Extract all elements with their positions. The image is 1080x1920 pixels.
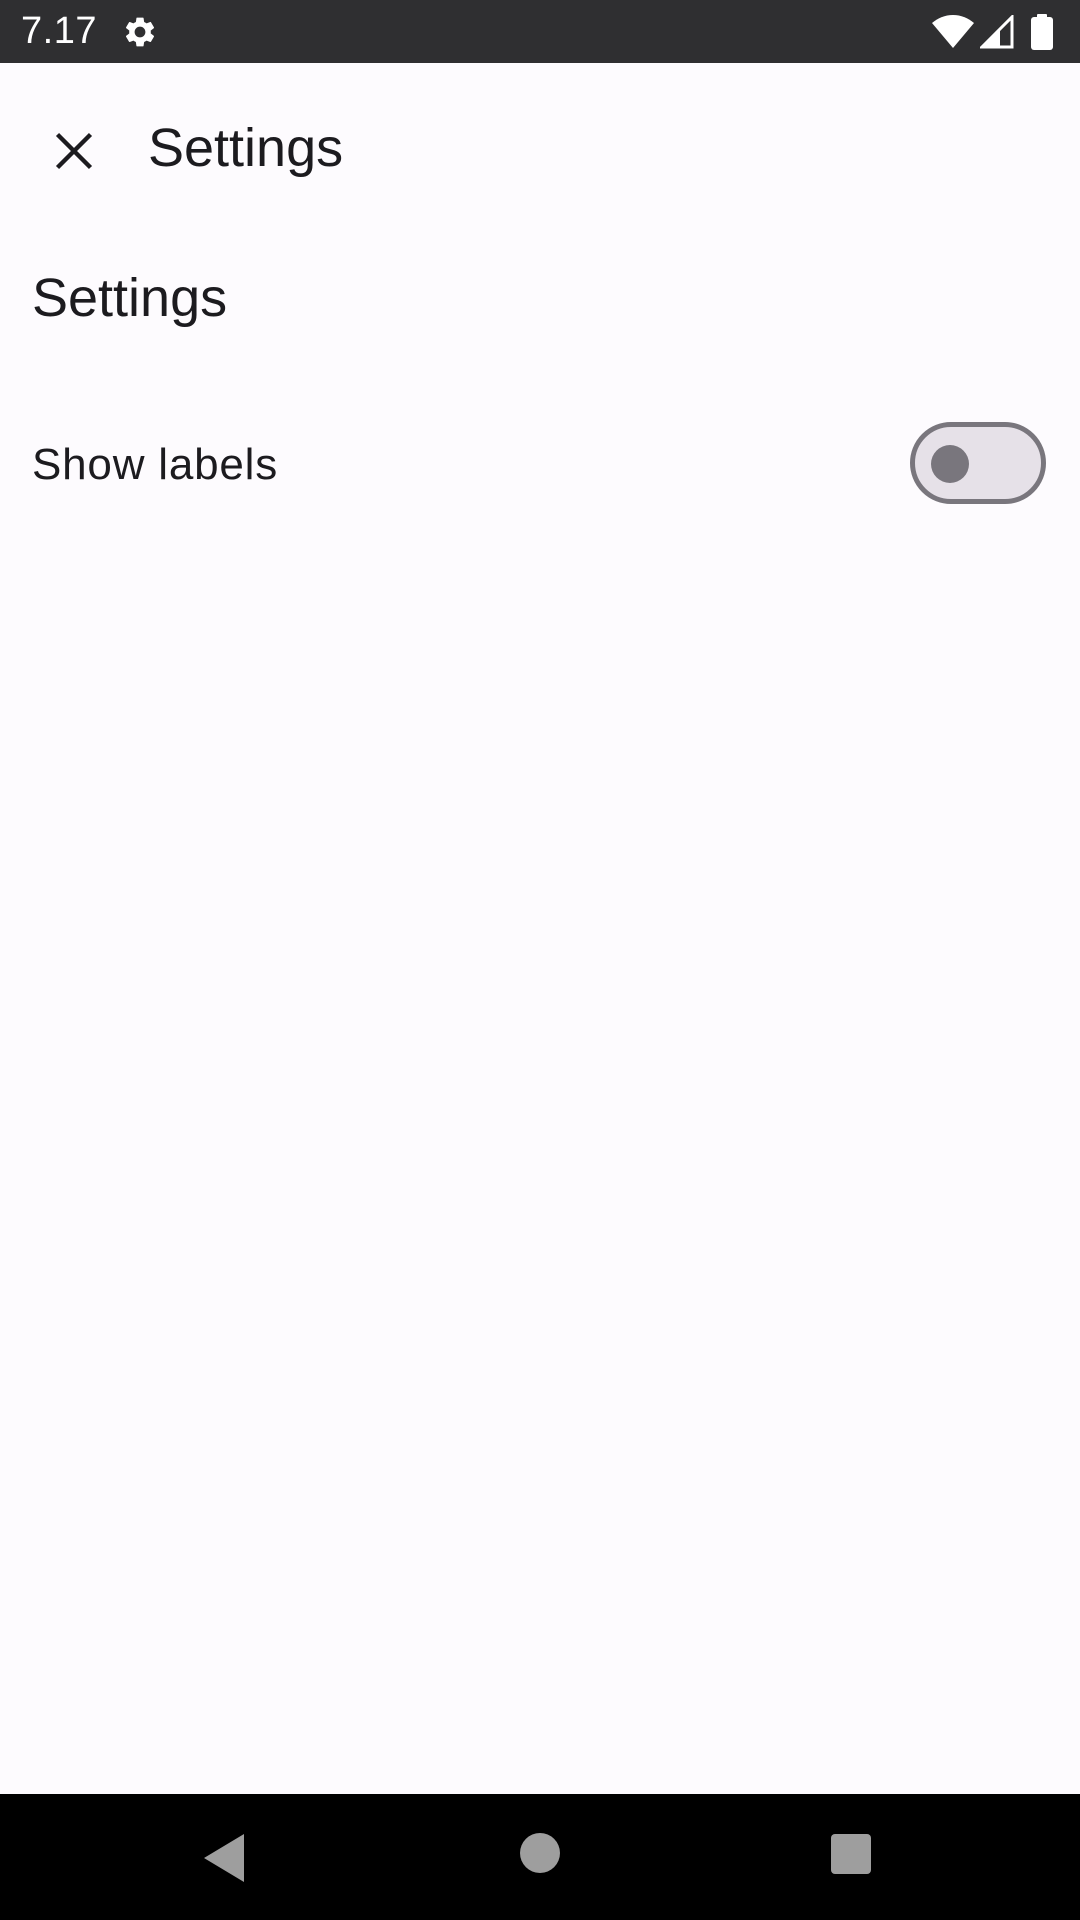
switch-thumb — [931, 445, 969, 483]
show-labels-label: Show labels — [32, 440, 279, 489]
show-labels-switch[interactable] — [910, 422, 1046, 504]
show-labels-preference[interactable]: Show labels — [0, 400, 1080, 530]
section-title: Settings — [32, 268, 228, 328]
status-icons — [932, 13, 1054, 51]
navigation-bar — [0, 1794, 1080, 1920]
recents-icon[interactable] — [831, 1834, 871, 1874]
status-time: 7.17 — [21, 10, 97, 52]
close-icon — [55, 132, 93, 170]
signal-icon — [980, 15, 1014, 49]
status-bar: 7.17 — [0, 0, 1080, 63]
wifi-icon — [932, 15, 974, 48]
page-title: Settings — [148, 118, 344, 178]
battery-icon — [1031, 14, 1053, 50]
home-icon[interactable] — [520, 1833, 560, 1873]
settings-screen: 7.17 Settings Settings Show labels — [0, 0, 1080, 1920]
back-icon[interactable] — [200, 1830, 250, 1886]
gear-icon — [125, 17, 155, 47]
close-button[interactable] — [34, 111, 114, 191]
top-app-bar: Settings — [0, 63, 1080, 233]
